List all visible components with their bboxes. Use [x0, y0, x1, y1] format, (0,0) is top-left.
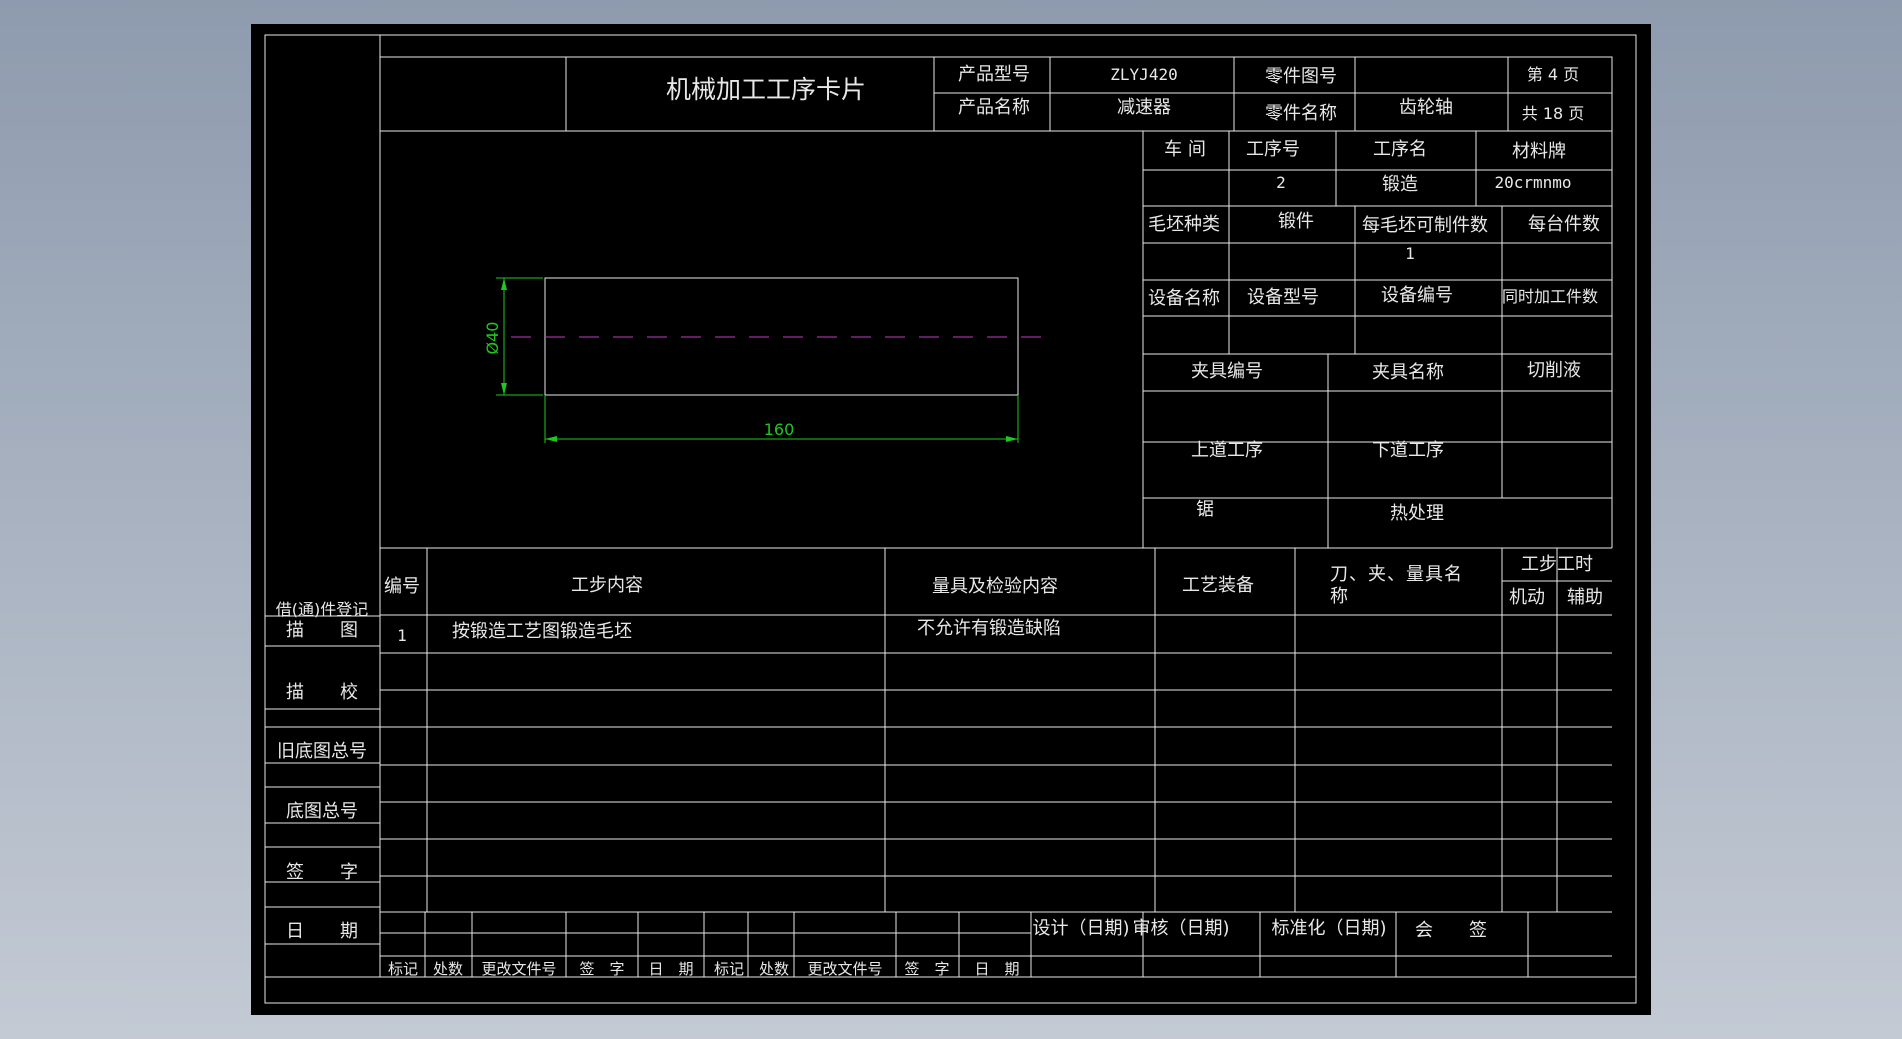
- product-model-label: 产品型号: [958, 64, 1030, 85]
- blank-type-label: 毛坯种类: [1148, 214, 1220, 235]
- machine-time-header: 机动: [1509, 587, 1545, 608]
- countersign-label: 会 签: [1415, 920, 1487, 941]
- equip-name-label: 设备名称: [1148, 288, 1220, 309]
- diameter-dimension-label: Ø40: [483, 321, 502, 355]
- step-time-header: 工步工时: [1521, 554, 1593, 575]
- rev-date-1: 日 期: [648, 960, 694, 978]
- product-model-value: ZLYJ420: [1110, 65, 1178, 84]
- workshop-label: 车 间: [1164, 139, 1206, 160]
- card-title: 机械加工工序卡片: [665, 75, 867, 104]
- coolant-label: 切削液: [1527, 360, 1581, 381]
- step-1-content: 按锻造工艺图锻造毛坯: [452, 621, 632, 642]
- page-total: 共 18 页: [1521, 104, 1585, 123]
- side-date: 日 期: [286, 921, 358, 942]
- step-content-header: 工步内容: [571, 575, 643, 596]
- step-no-header: 编号: [384, 576, 420, 597]
- simultaneous-label: 同时加工件数: [1501, 287, 1599, 306]
- rev-date-2: 日 期: [974, 960, 1020, 978]
- side-borrowed-register: 借(通)件登记: [275, 600, 369, 619]
- drawing-sheet: 机械加工工序卡片 产品型号 ZLYJ420 产品名称 减速器 零件图号 零件名称…: [251, 24, 1651, 1015]
- rev-file-no-2: 更改文件号: [807, 960, 883, 978]
- part-name-value: 齿轮轴: [1399, 97, 1453, 118]
- next-op-label: 下道工序: [1372, 440, 1444, 461]
- equip-no-label: 设备编号: [1381, 285, 1453, 306]
- dia-arrow-bottom: [501, 383, 507, 395]
- per-blank-label: 每毛坯可制件数: [1362, 215, 1488, 236]
- aux-time-header: 辅助: [1567, 587, 1603, 608]
- tools-header: 刀、夹、量具名称: [1330, 564, 1463, 607]
- length-dimension-label: 160: [763, 420, 795, 439]
- side-trace-check: 描 校: [286, 682, 358, 703]
- inspection-header: 量具及检验内容: [932, 576, 1058, 597]
- step-1-no: 1: [397, 626, 407, 645]
- part-name-label: 零件名称: [1265, 103, 1337, 124]
- side-signature: 签 字: [286, 862, 358, 883]
- page-number: 第 4 页: [1526, 65, 1580, 84]
- material-value: 20crmnmo: [1494, 173, 1572, 192]
- side-tracing: 描 图: [286, 620, 358, 641]
- equip-model-label: 设备型号: [1247, 287, 1319, 308]
- step-1-inspection: 不允许有锻造缺陷: [917, 618, 1061, 639]
- equipment-header: 工艺装备: [1182, 575, 1254, 596]
- standardize-date-label: 标准化（日期): [1271, 918, 1387, 939]
- fixture-no-label: 夹具编号: [1191, 361, 1263, 382]
- rev-count-2: 处数: [758, 960, 790, 978]
- material-label: 材料牌: [1512, 141, 1566, 162]
- next-op-value: 热处理: [1390, 503, 1444, 524]
- review-date-label: 审核（日期): [1132, 918, 1230, 939]
- rev-sign-2: 签 字: [904, 960, 950, 978]
- design-date-label: 设计（日期): [1032, 918, 1130, 939]
- op-no-value: 2: [1276, 173, 1286, 192]
- rev-count-1: 处数: [432, 960, 464, 978]
- dia-arrow-top: [501, 278, 507, 290]
- prev-op-label: 上道工序: [1191, 440, 1263, 461]
- side-base-no: 底图总号: [286, 801, 358, 822]
- rev-mark-2: 标记: [713, 960, 745, 978]
- rev-file-no-1: 更改文件号: [481, 960, 557, 978]
- len-arrow-right: [1006, 436, 1018, 442]
- part-drawing-no-label: 零件图号: [1265, 66, 1337, 87]
- product-name-value: 减速器: [1117, 97, 1171, 118]
- fixture-name-label: 夹具名称: [1372, 362, 1444, 383]
- rev-mark-1: 标记: [387, 960, 419, 978]
- op-name-value: 锻造: [1382, 174, 1418, 195]
- blank-type-value: 锻件: [1278, 211, 1314, 232]
- op-no-label: 工序号: [1246, 139, 1300, 160]
- product-name-label: 产品名称: [958, 97, 1030, 118]
- prev-op-value: 锯: [1196, 499, 1214, 520]
- len-arrow-left: [545, 436, 557, 442]
- op-name-label: 工序名: [1373, 139, 1427, 160]
- per-unit-label: 每台件数: [1528, 214, 1600, 235]
- rev-sign-1: 签 字: [579, 960, 625, 978]
- per-blank-value: 1: [1405, 244, 1415, 263]
- side-old-base-no: 旧底图总号: [277, 741, 367, 762]
